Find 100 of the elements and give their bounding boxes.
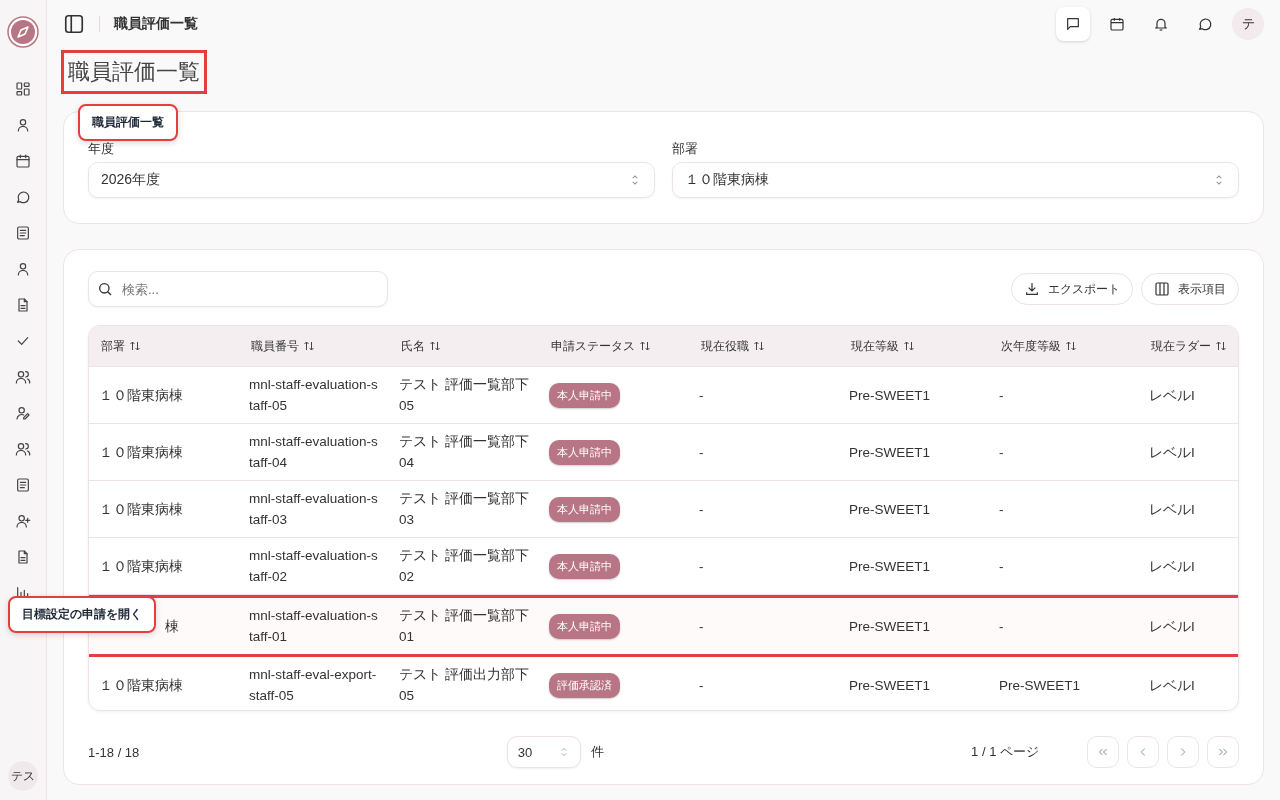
status-badge: 本人申請中 [549, 613, 620, 639]
table-row[interactable]: １０階東病棟 mnl-staff-evaluation-staff-03 テスト 評価一覧部下03 本人申請中 - Pre-SWEET1 - レベルI [89, 481, 1238, 538]
table-cell-text: テスト 評価一覧部下02 [399, 547, 530, 586]
table-cell-text: mnl-staff-evaluation-staff-02 [249, 547, 379, 586]
user-icon[interactable] [15, 117, 31, 133]
message-button[interactable] [1056, 7, 1090, 41]
table-cell-text: レベルI [1149, 676, 1195, 695]
status-badge: 評価承認済 [549, 672, 620, 698]
sort-icon [303, 340, 315, 352]
document-icon[interactable] [15, 549, 31, 565]
filter-label: 部署 [672, 140, 699, 158]
select-field[interactable]: １０階東病棟 [672, 162, 1239, 198]
chat-icon [1197, 16, 1213, 32]
status-badge: 本人申請中 [549, 496, 620, 522]
user-icon[interactable] [15, 261, 31, 277]
export-button[interactable]: エクスポート [1011, 273, 1133, 305]
table-cell-text: mnl-staff-evaluation-staff-03 [249, 490, 379, 529]
compass-logo-icon[interactable] [7, 16, 39, 48]
table-cell-text: レベルI [1149, 386, 1195, 405]
table-cell-text: - [999, 443, 1004, 462]
table-cell-text: - [699, 617, 704, 636]
table-row[interactable]: １０階東病棟 mnl-staff-evaluation-staff-04 テスト 評価一覧部下04 本人申請中 - Pre-SWEET1 - レベルI [89, 424, 1238, 481]
status-badge: 本人申請中 [549, 553, 620, 579]
dashboard-icon[interactable] [15, 81, 31, 97]
column-header[interactable]: 氏名 [389, 326, 539, 366]
sort-icon [1065, 340, 1077, 352]
table-row[interactable]: １０階東病棟 mnl-staff-evaluation-staff-05 テスト 評価一覧部下05 本人申請中 - Pre-SWEET1 - レベルI [89, 367, 1238, 424]
table-cell-text: １０階東病棟 [99, 386, 183, 405]
column-header[interactable]: 職員番号 [239, 326, 389, 366]
sort-icon [429, 340, 441, 352]
table-cell-text: - [699, 443, 704, 462]
columns-button[interactable]: 表示項目 [1141, 273, 1239, 305]
sort-icon [753, 340, 765, 352]
column-header[interactable]: 申請ステータス [539, 326, 689, 366]
user-edit-icon[interactable] [15, 405, 31, 421]
table-cell-text: mnl-staff-evaluation-staff-04 [249, 433, 379, 472]
table-cell-text: - [999, 557, 1004, 576]
table-cell-text: - [699, 386, 704, 405]
table-cell-text: Pre-SWEET1 [849, 617, 930, 636]
status-badge: 本人申請中 [549, 439, 620, 465]
calendar-icon [1109, 16, 1125, 32]
table-cell-text: - [999, 617, 1004, 636]
sort-icon [903, 340, 915, 352]
table-cell-text: Pre-SWEET1 [849, 557, 930, 576]
table-cell-text: Pre-SWEET1 [849, 386, 930, 405]
table-cell-text: レベルI [1149, 500, 1195, 519]
search-icon [97, 281, 113, 297]
status-badge: 本人申請中 [549, 382, 620, 408]
page-indicator: 1 / 1 ページ [971, 743, 1039, 761]
table-cell-text: レベルI [1149, 443, 1195, 462]
user-avatar[interactable]: テス [8, 761, 38, 791]
column-header[interactable]: 部署 [89, 326, 239, 366]
calendar-icon[interactable] [15, 153, 31, 169]
document-icon[interactable] [15, 297, 31, 313]
table-cell-text: - [699, 676, 704, 695]
table-cell-text: Pre-SWEET1 [999, 676, 1080, 695]
column-header[interactable]: 現在役職 [689, 326, 839, 366]
column-header[interactable]: 次年度等級 [989, 326, 1139, 366]
guide-tooltip: 目標設定の申請を開く [8, 596, 156, 633]
user-add-icon[interactable] [15, 513, 31, 529]
column-header[interactable]: 現在ラダー [1139, 326, 1238, 366]
users-icon[interactable] [15, 369, 31, 385]
table-cell-text: テスト 評価一覧部下01 [399, 607, 530, 646]
filter-label: 年度 [88, 140, 115, 158]
search-field[interactable]: 検索... [88, 271, 388, 307]
sidebar-toggle-icon[interactable] [63, 13, 85, 35]
user-avatar[interactable]: テ [1232, 8, 1264, 40]
download-icon [1024, 281, 1040, 297]
table-cell-text: レベルI [1149, 617, 1195, 636]
table-cell-text: テスト 評価出力部下05 [399, 666, 530, 705]
book-icon[interactable] [15, 477, 31, 493]
table-cell-text: - [999, 386, 1004, 405]
table-cell-text: １０階東病棟 [99, 443, 183, 462]
users-icon[interactable] [15, 441, 31, 457]
columns-icon [1154, 281, 1170, 297]
table-cell-text: - [699, 500, 704, 519]
table-cell-text: レベルI [1149, 557, 1195, 576]
page-size-unit: 件 [590, 743, 604, 761]
book-icon[interactable] [15, 225, 31, 241]
bell-icon [1153, 16, 1169, 32]
table-cell-text: テスト 評価一覧部下03 [399, 490, 530, 529]
table-cell-text: Pre-SWEET1 [849, 500, 930, 519]
table-cell-text: Pre-SWEET1 [849, 443, 930, 462]
table-cell-text: - [999, 500, 1004, 519]
table-cell-text: １０階東病棟 [99, 557, 183, 576]
sort-icon [639, 340, 651, 352]
table-cell-text: mnl-staff-eval-export-staff-05 [249, 666, 378, 705]
select-field[interactable]: 2026年度 [88, 162, 655, 198]
table-row[interactable]: １０階東病棟 mnl-staff-eval-export-staff-05 テスト 評価出力部下05 評価承認済 - Pre-SWEET1 Pre-SWEET1 レベルI [89, 657, 1238, 710]
page-heading: 職員評価一覧 [63, 52, 205, 92]
table-cell-text: - [699, 557, 704, 576]
header-title: 職員評価一覧 [114, 15, 198, 33]
column-header[interactable]: 現在等級 [839, 326, 989, 366]
table-cell-text: Pre-SWEET1 [849, 676, 930, 695]
page-size-select[interactable]: 30 [506, 736, 581, 768]
guide-tooltip: 職員評価一覧 [78, 104, 178, 141]
chat-icon[interactable] [15, 189, 31, 205]
sort-icon [1215, 340, 1227, 352]
table-cell-text: mnl-staff-evaluation-staff-05 [249, 376, 379, 415]
table-cell-text: １０階東病棟 [99, 500, 183, 519]
